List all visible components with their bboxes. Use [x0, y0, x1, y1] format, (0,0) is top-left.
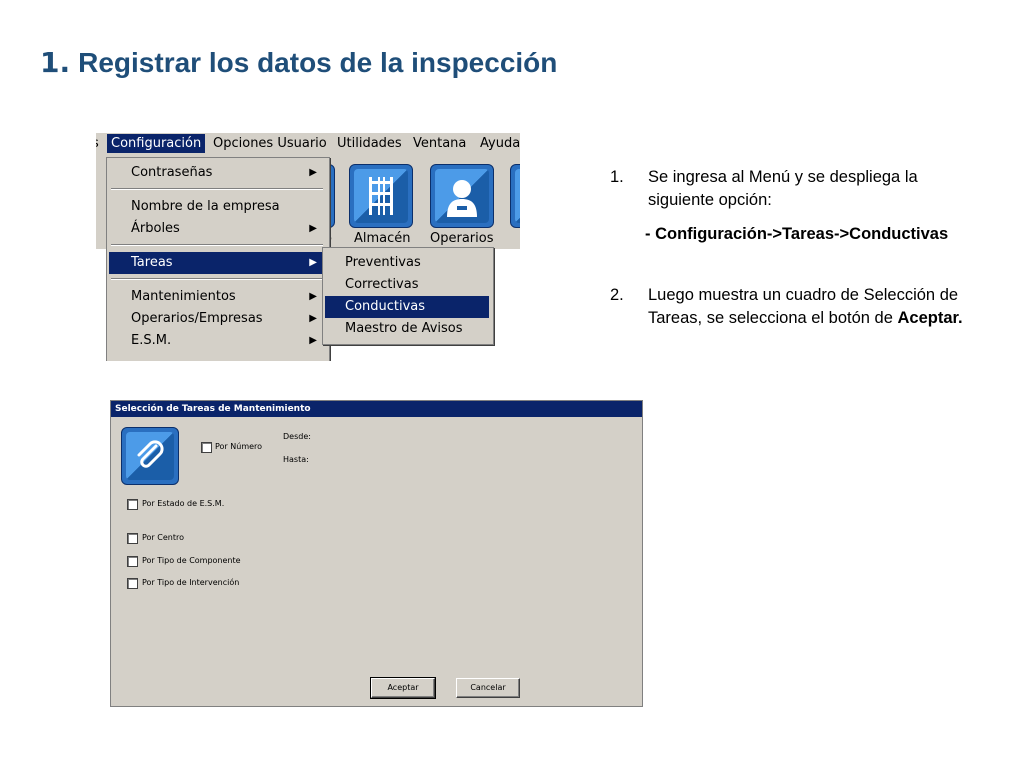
menu-item-label: E.S.M.: [131, 333, 172, 348]
menu-item-esm[interactable]: E.S.M. ▶: [109, 330, 325, 352]
menu-bar: s Configuración Opciones Usuario Utilida…: [96, 133, 520, 157]
step-text-bold: Aceptar.: [897, 309, 963, 327]
menu-item-arboles[interactable]: Árboles ▶: [109, 218, 325, 240]
menubar-item-utilidades[interactable]: Utilidades: [337, 136, 402, 151]
title-number: 1.: [40, 46, 71, 79]
menubar-item-opciones-usuario[interactable]: Opciones Usuario: [213, 136, 327, 151]
step-menu-path: - Configuración->Tareas->Conductivas: [645, 225, 949, 243]
submenu-item-conductivas[interactable]: Conductivas: [325, 296, 489, 318]
step-1: 1. Se ingresa al Menú y se despliega la …: [610, 166, 1000, 246]
menubar-item-ayuda[interactable]: Ayuda: [480, 136, 520, 151]
step-number: 1.: [610, 168, 624, 186]
step-text: Luego muestra un cuadro de Selección de …: [648, 284, 988, 330]
configuracion-dropdown: Contraseñas ▶ Nombre de la empresa Árbole…: [106, 157, 330, 361]
menu-separator: [111, 278, 323, 280]
step-2: 2. Luego muestra un cuadro de Selección …: [610, 284, 1000, 364]
submenu-arrow-icon: ▶: [309, 313, 317, 324]
title-text: Registrar los datos de la inspección: [78, 47, 558, 78]
menubar-item-partial[interactable]: s: [96, 136, 99, 151]
submenu-arrow-icon: ▶: [309, 257, 317, 268]
operarios-user-icon[interactable]: [430, 164, 494, 228]
submenu-arrow-icon: ▶: [309, 167, 317, 178]
submenu-arrow-icon: ▶: [309, 291, 317, 302]
menu-separator: [111, 244, 323, 246]
menu-item-nombre-empresa[interactable]: Nombre de la empresa: [109, 196, 325, 218]
menubar-item-ventana[interactable]: Ventana: [413, 136, 466, 151]
seleccion-tareas-dialog: Selección de Tareas de Mantenimiento Por…: [110, 400, 643, 707]
por-tipo-componente-checkbox[interactable]: [127, 556, 138, 567]
menu-item-label: Nombre de la empresa: [131, 199, 280, 214]
menu-item-label: Contraseñas: [131, 165, 213, 180]
menu-item-label: Árboles: [131, 221, 180, 236]
dialog-title-bar: Selección de Tareas de Mantenimiento: [111, 401, 642, 417]
menu-item-label: Operarios/Empresas: [131, 311, 263, 326]
por-centro-checkbox[interactable]: [127, 533, 138, 544]
partial-toolbar-icon-right[interactable]: [510, 164, 520, 228]
submenu-item-correctivas[interactable]: Correctivas: [325, 274, 489, 296]
por-tipo-intervencion-checkbox[interactable]: [127, 578, 138, 589]
por-estado-checkbox[interactable]: [127, 499, 138, 510]
step-text: Se ingresa al Menú y se despliega la sig…: [648, 168, 918, 209]
menu-item-label: Tareas: [131, 255, 173, 270]
menubar-item-configuracion[interactable]: Configuración: [107, 134, 206, 153]
desde-label: Desde:: [283, 432, 311, 441]
submenu-item-preventivas[interactable]: Preventivas: [325, 252, 489, 274]
menu-item-operarios-empresas[interactable]: Operarios/Empresas ▶: [109, 308, 325, 330]
toolbar-label-almacen: Almacén: [354, 231, 411, 246]
por-numero-label: Por Número: [215, 442, 263, 451]
por-centro-label: Por Centro: [142, 533, 184, 542]
step-number: 2.: [610, 286, 624, 304]
por-tipo-componente-label: Por Tipo de Componente: [142, 556, 241, 565]
menu-item-label: Mantenimientos: [131, 289, 236, 304]
submenu-arrow-icon: ▶: [309, 335, 317, 346]
toolbar-label-operarios: Operarios: [430, 231, 494, 246]
hasta-label: Hasta:: [283, 455, 309, 464]
slide-title: 1. Registrar los datos de la inspección: [40, 46, 557, 79]
menu-item-contrasenas[interactable]: Contraseñas ▶: [109, 162, 325, 184]
aceptar-button[interactable]: Aceptar: [370, 677, 436, 699]
menu-item-tareas[interactable]: Tareas ▶: [109, 252, 325, 274]
submenu-arrow-icon: ▶: [309, 223, 317, 234]
por-estado-label: Por Estado de E.S.M.: [142, 499, 225, 508]
por-numero-checkbox[interactable]: [201, 442, 212, 453]
paperclip-icon: [121, 427, 179, 485]
submenu-item-maestro-avisos[interactable]: Maestro de Avisos: [325, 318, 489, 340]
menu-screenshot: s Configuración Opciones Usuario Utilida…: [96, 133, 520, 361]
menu-separator: [111, 188, 323, 190]
cancelar-button[interactable]: Cancelar: [456, 678, 520, 698]
menu-item-mantenimientos[interactable]: Mantenimientos ▶: [109, 286, 325, 308]
tareas-submenu: Preventivas Correctivas Conductivas Maes…: [322, 247, 494, 345]
almacen-shelves-icon[interactable]: [349, 164, 413, 228]
por-tipo-intervencion-label: Por Tipo de Intervención: [142, 578, 240, 587]
